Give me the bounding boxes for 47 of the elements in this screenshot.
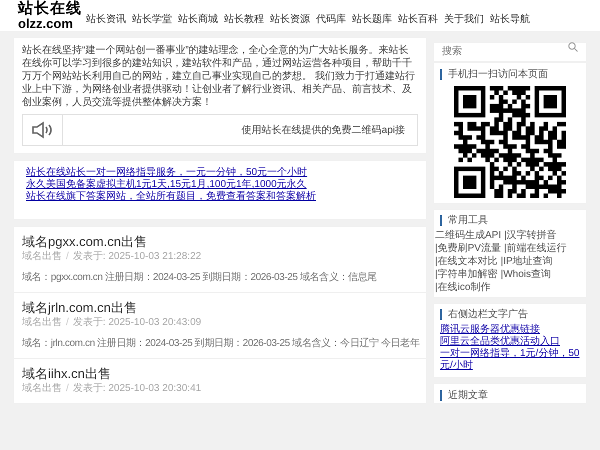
nav-link[interactable]: 站长资讯 [86, 12, 126, 27]
tool-link[interactable]: |汉字转拼音 [504, 229, 557, 242]
post-date: 发表于: 2025-10-03 21:28:22 [72, 250, 202, 263]
nav-link[interactable]: 站长资源 [270, 12, 310, 27]
tool-link[interactable]: |在线文本对比 [435, 255, 498, 268]
logo-domain[interactable]: olzz.com [18, 17, 82, 30]
post-title[interactable]: 域名pgxx.com.cn出售 [22, 233, 147, 250]
nav-link[interactable]: 站长教程 [224, 12, 264, 27]
sidebar-ad-link[interactable]: 阿里云全品类优惠活动入口 [440, 336, 560, 348]
post-date: 发表于: 2025-10-03 20:43:09 [72, 316, 202, 329]
meta-separator: / [66, 250, 69, 263]
post-date: 发表于: 2025-10-03 20:30:41 [72, 382, 202, 395]
nav-link[interactable]: 站长题库 [352, 12, 392, 27]
ad-link[interactable]: 站长在线站长一对一网络指导服务，一元一分钟，50元一个小时 [26, 167, 308, 179]
tool-link[interactable]: |免费刷PV流量 [435, 242, 501, 255]
tool-link[interactable]: 二维码生成API [435, 229, 502, 242]
post-summary: 域名：jrln.com.cn 注册日期：2024-03-25 到期日期：2026-03-25 域名含义：今日辽宁 今日老年 [22, 337, 418, 350]
nav-link[interactable]: 关于我们 [444, 12, 484, 27]
tool-link[interactable]: |字符串加解密 [435, 268, 498, 281]
post-title[interactable]: 域名iihx.cn出售 [22, 365, 111, 382]
search-field[interactable]: 搜索 [434, 42, 586, 60]
tool-link[interactable]: |前端在线运行 [504, 242, 567, 255]
notice-text: 使用站长在线提供的免费二维码api接 [242, 124, 405, 138]
nav-link[interactable]: 站长学堂 [132, 12, 172, 27]
logo-title[interactable]: 站长在线 [18, 1, 82, 17]
section-title: 近期文章 [440, 390, 580, 401]
tool-link[interactable]: |Whois查询 [500, 268, 551, 281]
ad-link[interactable]: 永久美国免备案虚拟主机1元1天,15元1月,100元1年,1000元永久 [26, 179, 307, 191]
ad-link[interactable]: 站长在线旗下答案网站，全站所有题目，免费查看答案和答案解析 [26, 191, 316, 203]
section-title: 手机扫一扫访问本页面 [440, 69, 580, 80]
meta-separator: / [66, 382, 69, 395]
search-icon[interactable] [568, 42, 578, 52]
meta-separator: / [66, 316, 69, 329]
intro-text: 站长在线坚持“建一个网站创一番事业”的建站理念，全心全意的为广大站长服务。来站长在线你可以学习到很多的建站知识，建站软件和产品，通过网站运营各种项目，帮助千千万万个网站站长利用自己的网站，建立自己事业实现自己的梦想。 我们致力于打通建站行业上中下游，为网络创业者提供驱动！让创业者了解行业资讯、相关产品、前言技术、及创业案例，人员交流等提供整体解决方案！ [22, 44, 416, 109]
speaker-icon [30, 121, 54, 139]
sidebar-ad-link[interactable]: 腾讯云服务器优惠链接 [440, 324, 540, 336]
sidebar-ad-link[interactable]: 一对一网络指导，1元/分钟，50元/小时 [440, 348, 580, 372]
post-title[interactable]: 域名jrln.com.cn出售 [22, 299, 137, 316]
nav-link[interactable]: 站长导航 [490, 12, 530, 27]
tool-link[interactable]: |在线ico制作 [435, 281, 490, 294]
section-title: 常用工具 [440, 215, 586, 226]
tool-link[interactable]: |IP地址查询 [500, 255, 553, 268]
nav-link[interactable]: 站长商城 [178, 12, 218, 27]
section-title: 右侧边栏文字广告 [440, 309, 580, 320]
nav-link[interactable]: 代码库 [316, 12, 346, 27]
post-summary: 域名：pgxx.com.cn 注册日期：2024-03-25 到期日期：2026-03-25 域名含义：信息尾 [22, 271, 378, 284]
nav-link[interactable]: 站长百科 [398, 12, 438, 27]
